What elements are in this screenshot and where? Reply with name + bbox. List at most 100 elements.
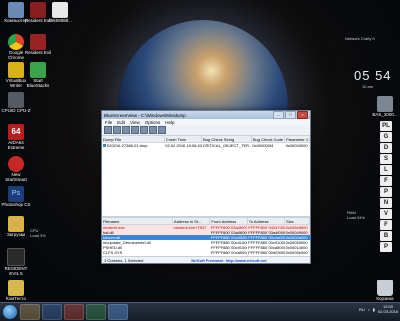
- icon-label: Photoshop CS: [1, 202, 31, 207]
- toolbar: [102, 125, 310, 136]
- icon-label: 45659888...: [48, 18, 72, 23]
- language-indicator[interactable]: RU: [359, 307, 365, 312]
- bluestacks-icon: [30, 62, 46, 78]
- icon-label: RESIDENT EVIL 5: [4, 266, 28, 276]
- letter-tile[interactable]: PL: [380, 121, 392, 131]
- menu-help[interactable]: Help: [165, 120, 174, 125]
- desktop-icon-bluestacks[interactable]: Start BlueStacks: [23, 62, 53, 88]
- menu-options[interactable]: Options: [145, 120, 161, 125]
- folder-icon: [8, 216, 24, 232]
- properties-icon[interactable]: [122, 126, 130, 134]
- taskbar-chrome[interactable]: [64, 304, 84, 320]
- icon-label: Start BlueStacks: [26, 78, 50, 88]
- desktop-icon-downloads[interactable]: Загрузки: [1, 216, 31, 237]
- re5-icon: [7, 248, 25, 266]
- letter-tile[interactable]: S: [380, 154, 392, 164]
- icon-label: AIDA64 Extreme: [7, 140, 25, 150]
- icon-label: New StartSmart: [5, 172, 27, 182]
- menu-view[interactable]: View: [130, 120, 140, 125]
- table-cell: ntoskrnl.exe+7537: [173, 225, 207, 230]
- file-icon: [377, 96, 393, 112]
- letter-tile[interactable]: N: [380, 198, 392, 208]
- speaker-icon[interactable]: ♪: [368, 307, 370, 312]
- cpu-gadget: CPU Load 3%: [30, 228, 70, 238]
- icon-label: CPUID CPU-Z: [1, 108, 31, 113]
- save-icon[interactable]: [113, 126, 121, 134]
- gadget-line: Network Crafty 0: [345, 36, 375, 41]
- maximize-button[interactable]: □: [285, 111, 296, 119]
- open-icon[interactable]: [104, 126, 112, 134]
- letter-tile[interactable]: P: [380, 242, 392, 252]
- taskbar-explorer[interactable]: [20, 304, 40, 320]
- icon-label: КомТесто: [6, 296, 26, 301]
- gadget-line: Load 3%: [30, 233, 46, 238]
- status-text: 1 Crashes, 1 Selected: [104, 257, 144, 263]
- table-cell: 0x00000000: [285, 143, 308, 148]
- refresh-icon[interactable]: [140, 126, 148, 134]
- report-icon[interactable]: [158, 126, 166, 134]
- network-icon[interactable]: ▮: [373, 307, 375, 312]
- clock-gadget: 05 54: [354, 68, 392, 83]
- icon-label: Resident Evil: [24, 50, 52, 55]
- photoshop-icon: Ps: [8, 186, 24, 202]
- letter-tile[interactable]: D: [380, 143, 392, 153]
- tray-clock[interactable]: 12:00 02.03.2016: [378, 304, 398, 314]
- start-button[interactable]: [3, 305, 17, 319]
- window-title: BlueScreenView - C:\Windows\Minidump: [104, 112, 186, 118]
- icon-label: BAS_3000...: [372, 112, 398, 117]
- desktop-icon-resident-evil-2[interactable]: Resident Evil: [23, 34, 53, 55]
- table-cell: CRITICAL_OBJECT_TER...: [202, 143, 252, 148]
- nirsoft-link[interactable]: NirSoft Freeware. http://www.nirsoft.net: [191, 258, 266, 263]
- desktop-icon-file[interactable]: 45659888...: [45, 2, 75, 23]
- tray-date: 02.03.2016: [377, 309, 398, 314]
- taskbar-media[interactable]: [42, 304, 62, 320]
- folder-icon: [8, 280, 24, 296]
- letter-tile[interactable]: G: [380, 132, 392, 142]
- network-gadget: Network Crafty 0: [345, 36, 385, 41]
- letter-tile[interactable]: F: [380, 220, 392, 230]
- desktop-icon-folder[interactable]: КомТесто: [1, 280, 31, 301]
- desktop-icon-right[interactable]: BAS_3000...: [370, 96, 400, 117]
- copy-icon[interactable]: [131, 126, 139, 134]
- desktop-icon-photoshop[interactable]: Ps Photoshop CS: [1, 186, 31, 207]
- letter-tile[interactable]: P: [380, 187, 392, 197]
- minimize-button[interactable]: –: [273, 111, 284, 119]
- taskbar-app[interactable]: [86, 304, 106, 320]
- find-icon[interactable]: [149, 126, 157, 134]
- letter-tile[interactable]: L: [380, 165, 392, 175]
- letter-tile[interactable]: V: [380, 209, 392, 219]
- file-icon: [52, 2, 68, 18]
- table-row[interactable]: 020216-27386-01.dmp 02.02.2016 19:06:43 …: [102, 143, 310, 148]
- computer-icon: [8, 2, 24, 18]
- close-button[interactable]: ×: [297, 111, 308, 119]
- recycle-bin[interactable]: Корзина: [370, 280, 400, 301]
- desktop-icon-aida64[interactable]: 64 AIDA64 Extreme: [1, 124, 31, 150]
- driver-table: Filename Address In St... From Address T…: [102, 218, 310, 260]
- window-titlebar[interactable]: BlueScreenView - C:\Windows\Minidump – □…: [102, 111, 310, 119]
- aida64-icon: 64: [8, 124, 24, 140]
- recycle-bin-icon: [377, 280, 393, 296]
- taskbar: RU ♪ ▮ 12:00 02.03.2016: [0, 302, 400, 321]
- table-cell: 02.02.2016 19:06:43: [165, 143, 202, 148]
- icon-label: Загрузки: [6, 232, 26, 237]
- letter-tile[interactable]: B: [380, 231, 392, 241]
- cell-text: 020216-27386-01.dmp: [107, 143, 148, 148]
- menu-file[interactable]: File: [105, 120, 112, 125]
- letter-tiles: PL G D S L F P N V F B P: [380, 120, 396, 253]
- icon-label: Корзина: [376, 296, 394, 301]
- menu-edit[interactable]: Edit: [117, 120, 125, 125]
- desktop-icon-cpuz[interactable]: CPUID CPU-Z: [1, 92, 31, 113]
- gadget-line: Load 34%: [347, 215, 366, 220]
- desktop-icon-re5[interactable]: RESIDENT EVIL 5: [1, 248, 31, 276]
- letter-tile[interactable]: F: [380, 176, 392, 186]
- taskbar-bluescreenview[interactable]: [108, 304, 128, 320]
- table-cell: 020216-27386-01.dmp: [102, 143, 164, 148]
- ram-gadget: RAM Load 34%: [347, 210, 381, 220]
- crash-table: Dump File Crash Time Bug Check String Bu…: [102, 136, 310, 148]
- clock-subtext: 10 am: [362, 84, 374, 89]
- status-bar: 1 Crashes, 1 Selected NirSoft Freeware. …: [102, 256, 310, 263]
- resident-evil-icon: [30, 34, 46, 50]
- bluescreenview-window: BlueScreenView - C:\Windows\Minidump – □…: [101, 110, 311, 264]
- chrome-icon: [8, 34, 24, 50]
- desktop-icon-startsmart[interactable]: New StartSmart: [1, 156, 31, 182]
